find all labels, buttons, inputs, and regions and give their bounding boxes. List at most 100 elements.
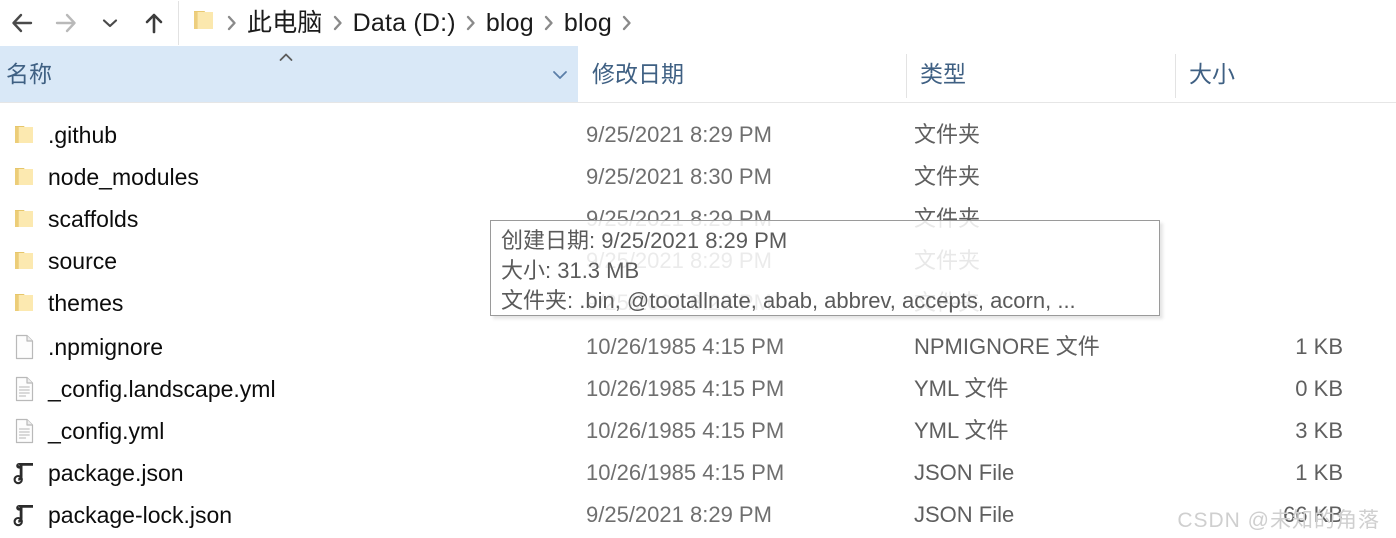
recent-locations-button[interactable] xyxy=(88,3,132,43)
file-name-cell[interactable]: _config.landscape.yml xyxy=(0,368,578,410)
column-header-date-modified[interactable]: 修改日期 xyxy=(586,46,906,102)
file-name: scaffolds xyxy=(48,205,139,232)
file-date-cell: 9/25/2021 8:30 PM xyxy=(586,156,906,198)
folder-icon[interactable] xyxy=(191,9,217,38)
breadcrumb-item-2[interactable]: blog xyxy=(482,10,538,36)
breadcrumb-chevron-icon[interactable] xyxy=(538,8,560,38)
file-size: 0 KB xyxy=(1295,376,1343,401)
breadcrumb: 此电脑 Data (D:) blog blog xyxy=(183,0,1396,46)
file-type: 文件夹 xyxy=(914,122,981,147)
file-size: 1 KB xyxy=(1295,460,1343,485)
table-row[interactable]: _config.yml 10/26/1985 4:15 PM YML 文件 3 … xyxy=(0,410,1396,452)
arrow-left-icon xyxy=(9,10,35,36)
table-row[interactable]: node_modules 9/25/2021 8:30 PM 文件夹 xyxy=(0,156,1396,198)
file-date-cell: 9/25/2021 8:29 PM xyxy=(586,114,906,156)
tooltip-folders: 文件夹: .bin, @tootallnate, abab, abbrev, a… xyxy=(501,288,1076,313)
file-type: NPMIGNORE 文件 xyxy=(914,334,1100,359)
file-date: 10/26/1985 4:15 PM xyxy=(586,418,785,443)
file-type-cell: YML 文件 xyxy=(914,368,1175,410)
column-header-row: 名称 修改日期 类型 大小 xyxy=(0,46,1396,103)
file-name-cell[interactable]: .npmignore xyxy=(0,326,578,368)
blank-file-icon xyxy=(8,334,42,360)
folder-icon xyxy=(8,166,42,188)
column-header-date-modified-label: 修改日期 xyxy=(592,60,684,87)
file-size-cell xyxy=(1183,156,1343,198)
json-file-icon xyxy=(8,502,42,528)
file-size: 66 KB xyxy=(1283,502,1343,527)
file-size-cell xyxy=(1183,282,1343,324)
address-bar: 此电脑 Data (D:) blog blog xyxy=(0,0,1396,46)
arrow-up-icon xyxy=(141,10,167,36)
file-size-cell: 0 KB xyxy=(1183,368,1343,410)
file-date: 10/26/1985 4:15 PM xyxy=(586,460,785,485)
column-header-size-label: 大小 xyxy=(1189,60,1235,87)
address-bar-divider xyxy=(178,1,179,45)
file-name-cell[interactable]: _config.yml xyxy=(0,410,578,452)
folder-icon xyxy=(8,250,42,272)
column-header-name-label: 名称 xyxy=(6,60,52,87)
file-name: package-lock.json xyxy=(48,501,233,528)
file-size-cell xyxy=(1183,198,1343,240)
file-date: 9/25/2021 8:29 PM xyxy=(586,122,772,147)
up-button[interactable] xyxy=(132,3,176,43)
file-name: themes xyxy=(48,289,124,316)
sort-ascending-icon xyxy=(276,50,296,62)
breadcrumb-item-0[interactable]: 此电脑 xyxy=(243,10,327,36)
breadcrumb-chevron-icon[interactable] xyxy=(327,8,349,38)
file-size-cell xyxy=(1183,114,1343,156)
file-date-cell: 10/26/1985 4:15 PM xyxy=(586,368,906,410)
table-row[interactable]: .github 9/25/2021 8:29 PM 文件夹 xyxy=(0,114,1396,156)
chevron-down-icon xyxy=(100,16,120,30)
breadcrumb-chevron-icon[interactable] xyxy=(616,8,638,38)
column-header-type-label: 类型 xyxy=(920,60,966,87)
forward-button[interactable] xyxy=(44,3,88,43)
file-type-cell: 文件夹 xyxy=(914,114,1175,156)
breadcrumb-item-3[interactable]: blog xyxy=(560,10,616,36)
file-name: _config.landscape.yml xyxy=(48,375,276,402)
file-date-cell: 10/26/1985 4:15 PM xyxy=(586,410,906,452)
file-name-cell[interactable]: package-lock.json xyxy=(0,494,578,536)
chevron-down-icon[interactable] xyxy=(550,68,570,80)
tooltip-size: 大小: 31.3 MB xyxy=(501,258,640,283)
file-name: .npmignore xyxy=(48,333,164,360)
file-type: JSON File xyxy=(914,502,1015,527)
table-row[interactable]: package-lock.json 9/25/2021 8:29 PM JSON… xyxy=(0,494,1396,536)
text-file-icon xyxy=(8,418,42,444)
back-button[interactable] xyxy=(0,3,44,43)
file-date-cell: 9/25/2021 8:29 PM xyxy=(586,494,906,536)
table-row[interactable]: _config.landscape.yml 10/26/1985 4:15 PM… xyxy=(0,368,1396,410)
file-name-cell[interactable]: .github xyxy=(0,114,578,156)
file-name-cell[interactable]: node_modules xyxy=(0,156,578,198)
file-size-cell: 1 KB xyxy=(1183,452,1343,494)
column-header-size[interactable]: 大小 xyxy=(1183,46,1383,102)
arrow-right-icon xyxy=(53,10,79,36)
folder-icon xyxy=(8,208,42,230)
column-divider[interactable] xyxy=(1175,54,1176,98)
file-type-cell: JSON File xyxy=(914,452,1175,494)
file-type: JSON File xyxy=(914,460,1015,485)
file-date: 10/26/1985 4:15 PM xyxy=(586,376,785,401)
file-type-cell: 文件夹 xyxy=(914,156,1175,198)
file-date: 10/26/1985 4:15 PM xyxy=(586,334,785,359)
file-type-cell: JSON File xyxy=(914,494,1175,536)
breadcrumb-chevron-icon[interactable] xyxy=(460,8,482,38)
file-size: 1 KB xyxy=(1295,334,1343,359)
file-size-cell: 66 KB xyxy=(1183,494,1343,536)
file-type: 文件夹 xyxy=(914,164,981,189)
breadcrumb-item-1[interactable]: Data (D:) xyxy=(349,10,460,36)
column-header-type[interactable]: 类型 xyxy=(914,46,1175,102)
folder-info-tooltip: 创建日期: 9/25/2021 8:29 PM 大小: 31.3 MB 文件夹:… xyxy=(490,220,1160,316)
file-size-cell xyxy=(1183,240,1343,282)
tooltip-created-date: 创建日期: 9/25/2021 8:29 PM xyxy=(501,228,788,253)
column-divider[interactable] xyxy=(906,54,907,98)
folder-icon xyxy=(8,124,42,146)
file-type-cell: YML 文件 xyxy=(914,410,1175,452)
file-name: .github xyxy=(48,121,118,148)
breadcrumb-chevron-icon[interactable] xyxy=(221,8,243,38)
file-list[interactable]: .github 9/25/2021 8:29 PM 文件夹 node_modul… xyxy=(0,102,1396,538)
table-row[interactable]: .npmignore 10/26/1985 4:15 PM NPMIGNORE … xyxy=(0,326,1396,368)
file-type: YML 文件 xyxy=(914,376,1009,401)
file-name-cell[interactable]: package.json xyxy=(0,452,578,494)
table-row[interactable]: package.json 10/26/1985 4:15 PM JSON Fil… xyxy=(0,452,1396,494)
file-type: YML 文件 xyxy=(914,418,1009,443)
